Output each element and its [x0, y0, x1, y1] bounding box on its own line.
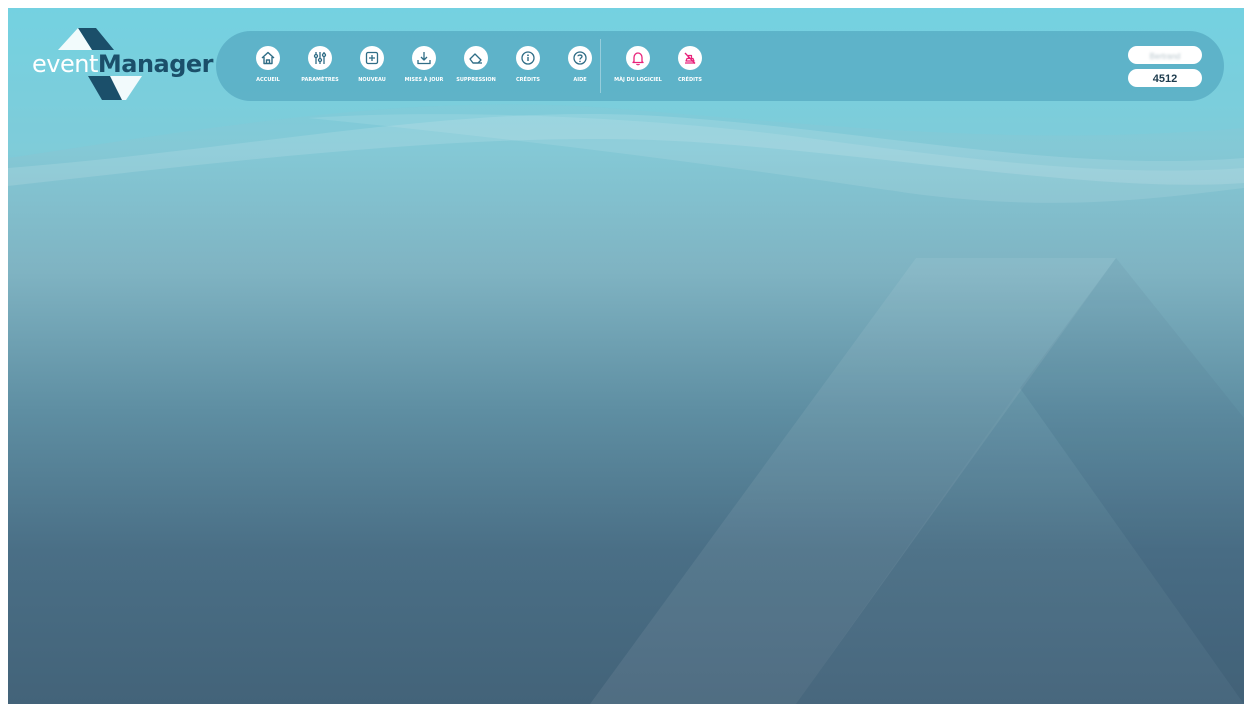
- download-tray-icon: [412, 46, 436, 70]
- toolbar-new-button[interactable]: NOUVEAU: [344, 31, 400, 101]
- logo-text-event: event: [32, 50, 98, 78]
- logo-text-manager: Manager: [97, 50, 214, 78]
- toolbar-credits-alert-button[interactable]: CRÉDITS: [662, 31, 718, 101]
- plus-square-icon: [360, 46, 384, 70]
- sliders-icon: [308, 46, 332, 70]
- toolbar-home-button[interactable]: ACCUEIL: [240, 31, 296, 101]
- toolbar-divider: [600, 39, 601, 93]
- background-graphic: [8, 8, 1244, 704]
- main-toolbar: ACCUEIL PARAMÈTRES NOUVEAU MISES À JOUR …: [216, 31, 1224, 101]
- bell-icon: [626, 46, 650, 70]
- toolbar-credits-button[interactable]: CRÉDITS: [500, 31, 556, 101]
- user-name-badge[interactable]: Bertrand: [1128, 46, 1202, 64]
- info-icon: [516, 46, 540, 70]
- toolbar-settings-label: PARAMÈTRES: [301, 77, 339, 83]
- toolbar-credits-label: CRÉDITS: [516, 77, 540, 83]
- help-icon: [568, 46, 592, 70]
- toolbar-delete-button[interactable]: SUPPRESSION: [448, 31, 504, 101]
- event-manager-logo[interactable]: eventManager: [18, 24, 214, 104]
- logo-text: eventManager: [32, 50, 214, 78]
- toolbar-updates-label: MISES À JOUR: [404, 77, 444, 83]
- toolbar-home-label: ACCUEIL: [256, 77, 280, 83]
- toolbar-delete-label: SUPPRESSION: [456, 77, 496, 83]
- toolbar-updates-button[interactable]: MISES À JOUR: [396, 31, 452, 101]
- home-icon: [256, 46, 280, 70]
- counter-value: 4512: [1152, 73, 1178, 85]
- toolbar-credits-alert-label: CRÉDITS: [678, 77, 702, 83]
- eraser-icon: [464, 46, 488, 70]
- counter-badge: 4512: [1128, 69, 1202, 87]
- credits-off-icon: [678, 46, 702, 70]
- user-name: Bertrand: [1149, 52, 1181, 61]
- app-window: eventManager ACCUEIL PARAMÈTRES NOUVEAU …: [8, 8, 1244, 704]
- toolbar-software-update-button[interactable]: MÀJ DU LOGICIEL: [610, 31, 666, 101]
- toolbar-new-label: NOUVEAU: [358, 77, 386, 83]
- toolbar-settings-button[interactable]: PARAMÈTRES: [292, 31, 348, 101]
- toolbar-software-update-label: MÀJ DU LOGICIEL: [614, 77, 662, 83]
